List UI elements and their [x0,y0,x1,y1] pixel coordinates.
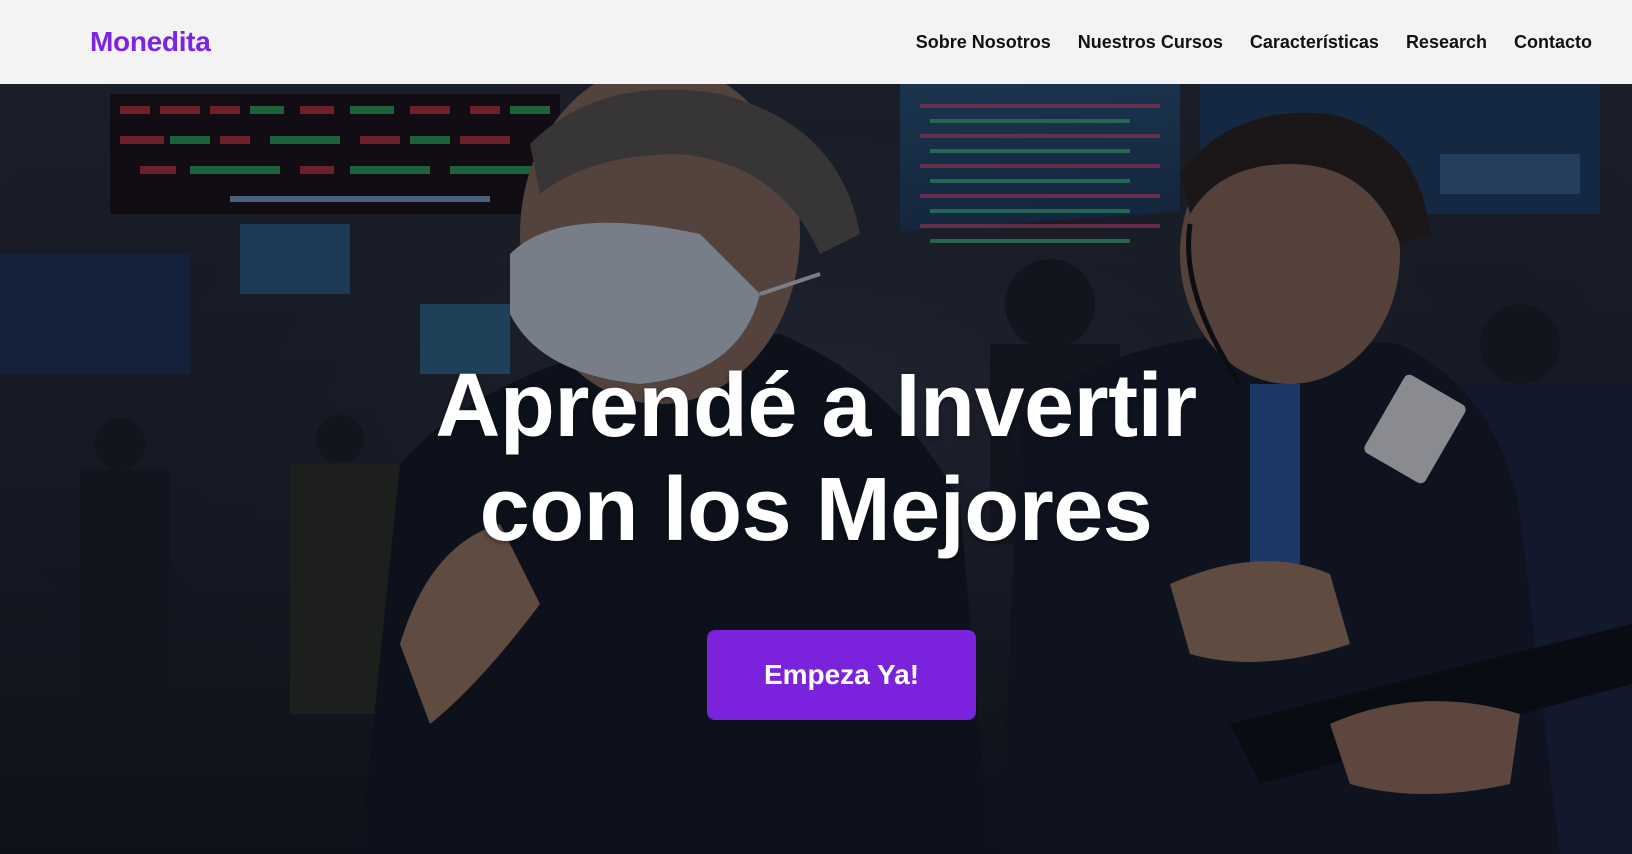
main-nav: Sobre Nosotros Nuestros Cursos Caracterí… [916,32,1592,53]
nav-link-caracteristicas[interactable]: Características [1250,32,1379,53]
hero-title: Aprendé a Invertir con los Mejores [0,354,1632,562]
hero-title-line-2: con los Mejores [479,460,1153,560]
top-navbar: Monedita Sobre Nosotros Nuestros Cursos … [0,0,1632,84]
hero-section: Aprendé a Invertir con los Mejores Empez… [0,84,1632,854]
nav-link-sobre-nosotros[interactable]: Sobre Nosotros [916,32,1051,53]
nav-link-research[interactable]: Research [1406,32,1487,53]
hero-content: Aprendé a Invertir con los Mejores [0,354,1632,562]
logo[interactable]: Monedita [90,26,211,58]
nav-link-contacto[interactable]: Contacto [1514,32,1592,53]
nav-link-nuestros-cursos[interactable]: Nuestros Cursos [1078,32,1223,53]
hero-title-line-1: Aprendé a Invertir [435,356,1197,456]
empeza-ya-button[interactable]: Empeza Ya! [707,630,976,720]
